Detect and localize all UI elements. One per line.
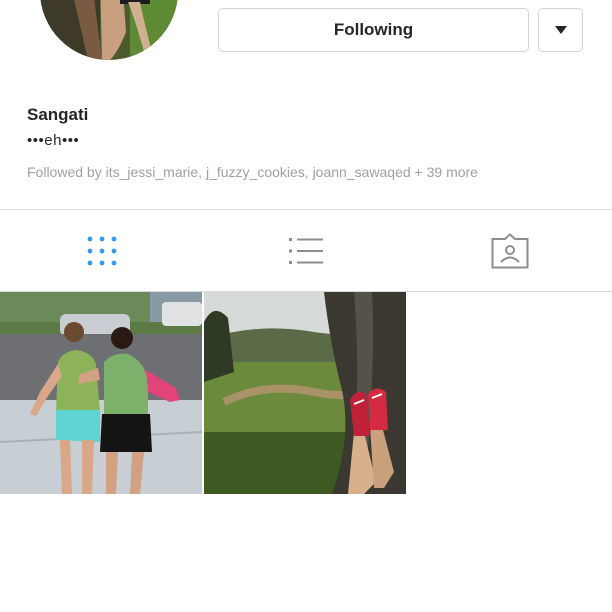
list-icon bbox=[289, 237, 323, 264]
tab-tagged[interactable] bbox=[408, 210, 612, 291]
post-image-sneakers bbox=[204, 292, 406, 494]
profile-avatar[interactable] bbox=[40, 0, 178, 60]
followed-by-text[interactable]: Followed by its_jessi_marie, j_fuzzy_coo… bbox=[27, 164, 478, 180]
post-thumbnail[interactable] bbox=[204, 292, 406, 494]
caret-down-icon bbox=[554, 26, 567, 34]
post-image-street bbox=[0, 292, 202, 494]
avatar-image bbox=[40, 0, 178, 60]
post-thumbnail[interactable] bbox=[0, 292, 202, 494]
profile-bio: •••eh••• bbox=[27, 132, 80, 149]
grid-icon bbox=[87, 236, 117, 265]
profile-name: Sangati bbox=[27, 105, 89, 124]
following-button[interactable]: Following bbox=[218, 8, 529, 52]
profile-page: Following Sangati •••eh••• Followed by i… bbox=[0, 0, 612, 612]
profile-tab-bar bbox=[0, 209, 612, 292]
tagged-icon bbox=[491, 232, 529, 268]
tab-list[interactable] bbox=[204, 210, 408, 291]
following-button-label: Following bbox=[333, 20, 414, 39]
suggestions-dropdown-button[interactable] bbox=[538, 8, 583, 52]
tab-grid[interactable] bbox=[0, 210, 204, 291]
